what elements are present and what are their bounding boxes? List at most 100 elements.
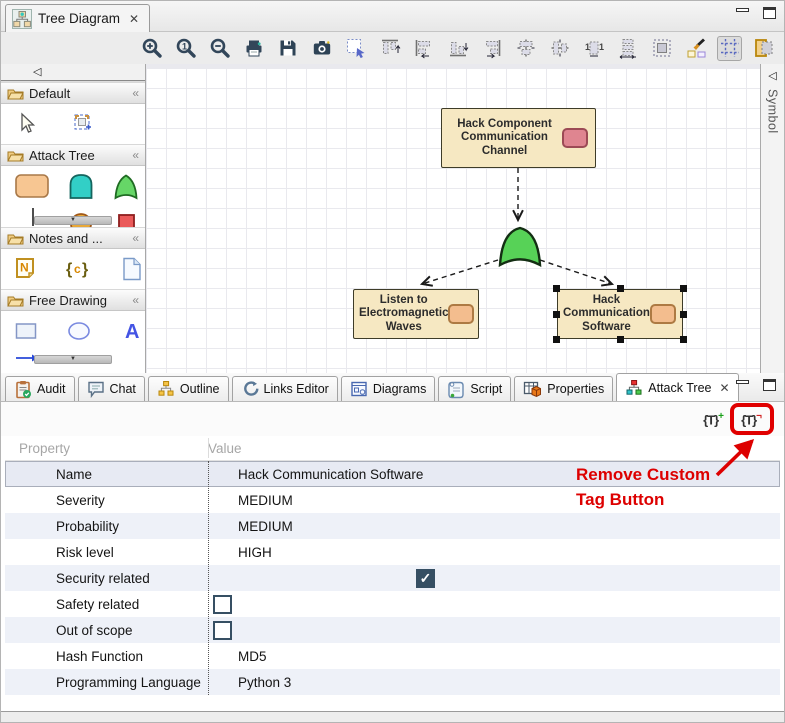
and-gate-tool-icon[interactable] — [67, 172, 95, 200]
severity-badge[interactable] — [650, 304, 676, 324]
diagram-canvas[interactable]: Hack Component Communication Channel Lis… — [146, 64, 760, 373]
column-header-property[interactable]: Property — [5, 441, 208, 456]
table-row-safety-related[interactable]: Safety related — [5, 591, 780, 617]
value-cell[interactable]: Hack Communication Software — [208, 467, 423, 482]
palette-section-attack-tree[interactable]: Attack Tree « — [1, 144, 145, 166]
table-row-risk-level[interactable]: Risk level HIGH — [5, 539, 780, 565]
maximize-icon[interactable] — [763, 379, 776, 391]
selection-handle-ne[interactable] — [680, 285, 687, 292]
table-row-hash-function[interactable]: Hash Function MD5 — [5, 643, 780, 669]
pin-section-icon[interactable]: « — [132, 86, 139, 100]
align-bottom-icon[interactable] — [445, 36, 470, 61]
selection-handle-w[interactable] — [553, 311, 560, 318]
tab-links-editor[interactable]: Links Editor — [232, 376, 338, 401]
tab-audit[interactable]: Audit — [5, 376, 75, 401]
constraint-tool-icon[interactable]: {c} — [65, 256, 93, 282]
node-hack-communication-software[interactable]: Hack Communication Software — [557, 289, 683, 339]
selection-handle-sw[interactable] — [553, 336, 560, 343]
value-cell[interactable]: MEDIUM — [208, 493, 293, 508]
palette-section-notes[interactable]: Notes and ... « — [1, 227, 145, 249]
link-icon — [241, 380, 259, 398]
pin-section-icon[interactable]: « — [132, 148, 139, 162]
align-left-icon[interactable] — [411, 36, 436, 61]
close-icon[interactable]: ✕ — [129, 12, 139, 26]
node-hack-component-communication-channel[interactable]: Hack Component Communication Channel — [441, 108, 596, 168]
diagram-toolbar: 1 11 — [1, 32, 784, 64]
column-header-value[interactable]: Value — [208, 441, 242, 456]
value-cell[interactable]: HIGH — [208, 545, 272, 560]
zoom-original-icon[interactable]: 1 — [173, 36, 198, 61]
close-icon[interactable]: ✕ — [720, 381, 730, 395]
selection-handle-nw[interactable] — [553, 285, 560, 292]
node-tool-icon[interactable] — [14, 172, 50, 200]
tab-attack-tree[interactable]: Attack Tree ✕ — [616, 373, 738, 401]
ellipse-tool-icon[interactable] — [65, 318, 93, 344]
document-tool-icon[interactable] — [120, 256, 144, 282]
value-cell[interactable]: MD5 — [208, 649, 267, 664]
toggle-grid-icon[interactable] — [717, 36, 742, 61]
tab-properties[interactable]: Properties — [514, 376, 613, 401]
or-gate-tool-icon[interactable] — [112, 172, 140, 200]
folder-icon — [7, 231, 24, 245]
marquee-zoom-tool-icon[interactable] — [71, 111, 97, 137]
scroll-down-indicator[interactable]: ▼ — [34, 355, 112, 364]
or-gate[interactable] — [496, 225, 544, 269]
edit-symbol-icon[interactable] — [751, 36, 776, 61]
match-size-icon[interactable]: 11 — [581, 36, 606, 61]
table-row-programming-language[interactable]: Programming Language Python 3 — [5, 669, 780, 695]
distribute-icon[interactable] — [615, 36, 640, 61]
palette-notes-tools: N {c} — [1, 249, 145, 289]
pin-section-icon[interactable]: « — [132, 293, 139, 307]
tab-script[interactable]: Script — [438, 376, 511, 401]
select-area-icon[interactable] — [343, 36, 368, 61]
note-tool-icon[interactable]: N — [14, 256, 40, 282]
selection-handle-s[interactable] — [617, 336, 624, 343]
out-of-scope-checkbox[interactable] — [213, 621, 232, 640]
scroll-down-indicator[interactable]: ▼ — [34, 216, 112, 225]
collapse-left-icon[interactable]: ◁ — [768, 69, 776, 82]
rectangle-tool-icon[interactable] — [14, 318, 40, 344]
severity-badge[interactable] — [448, 304, 474, 324]
table-row-probability[interactable]: Probability MEDIUM — [5, 513, 780, 539]
zoom-out-icon[interactable] — [207, 36, 232, 61]
collapse-left-icon[interactable]: ◁ — [33, 65, 41, 78]
tab-tree-diagram[interactable]: Tree Diagram ✕ — [5, 4, 150, 32]
selection-handle-n[interactable] — [617, 285, 624, 292]
palette-default-tools — [1, 104, 145, 144]
save-icon[interactable] — [275, 36, 300, 61]
frame-icon[interactable] — [649, 36, 674, 61]
zoom-in-icon[interactable] — [139, 36, 164, 61]
center-horizontally-icon[interactable] — [513, 36, 538, 61]
square-node-tool-icon[interactable] — [112, 206, 140, 227]
tab-outline[interactable]: Outline — [148, 376, 229, 401]
palette-collapse-bar[interactable]: ◁ — [1, 64, 145, 82]
symbol-panel-label[interactable]: Symbol — [766, 89, 780, 134]
table-row-out-of-scope[interactable]: Out of scope — [5, 617, 780, 643]
palette-section-default[interactable]: Default « — [1, 82, 145, 104]
print-icon[interactable] — [241, 36, 266, 61]
node-listen-to-electromagnetic-waves[interactable]: Listen to Electromagnetic Waves — [353, 289, 479, 339]
tab-chat[interactable]: Chat — [78, 376, 145, 401]
severity-badge[interactable] — [562, 128, 588, 148]
palette-section-free-drawing[interactable]: Free Drawing « — [1, 289, 145, 311]
value-cell[interactable]: MEDIUM — [208, 519, 293, 534]
value-cell[interactable]: Python 3 — [208, 675, 291, 690]
minimize-icon[interactable] — [736, 8, 749, 12]
screenshot-icon[interactable] — [309, 36, 334, 61]
selection-handle-se[interactable] — [680, 336, 687, 343]
safety-related-checkbox[interactable] — [213, 595, 232, 614]
select-tool-icon[interactable] — [14, 111, 40, 137]
tab-diagrams[interactable]: Diagrams — [341, 376, 436, 401]
security-related-checkbox[interactable] — [416, 569, 435, 588]
minimize-icon[interactable] — [736, 380, 749, 384]
format-painter-icon[interactable] — [683, 36, 708, 61]
center-vertically-icon[interactable] — [547, 36, 572, 61]
text-tool-icon[interactable]: A — [122, 318, 144, 344]
table-row-security-related[interactable]: Security related — [5, 565, 780, 591]
add-custom-tag-button[interactable]: {T}+ — [703, 411, 724, 427]
align-top-icon[interactable] — [377, 36, 402, 61]
maximize-icon[interactable] — [763, 7, 776, 19]
pin-section-icon[interactable]: « — [132, 231, 139, 245]
selection-handle-e[interactable] — [680, 311, 687, 318]
align-right-icon[interactable] — [479, 36, 504, 61]
